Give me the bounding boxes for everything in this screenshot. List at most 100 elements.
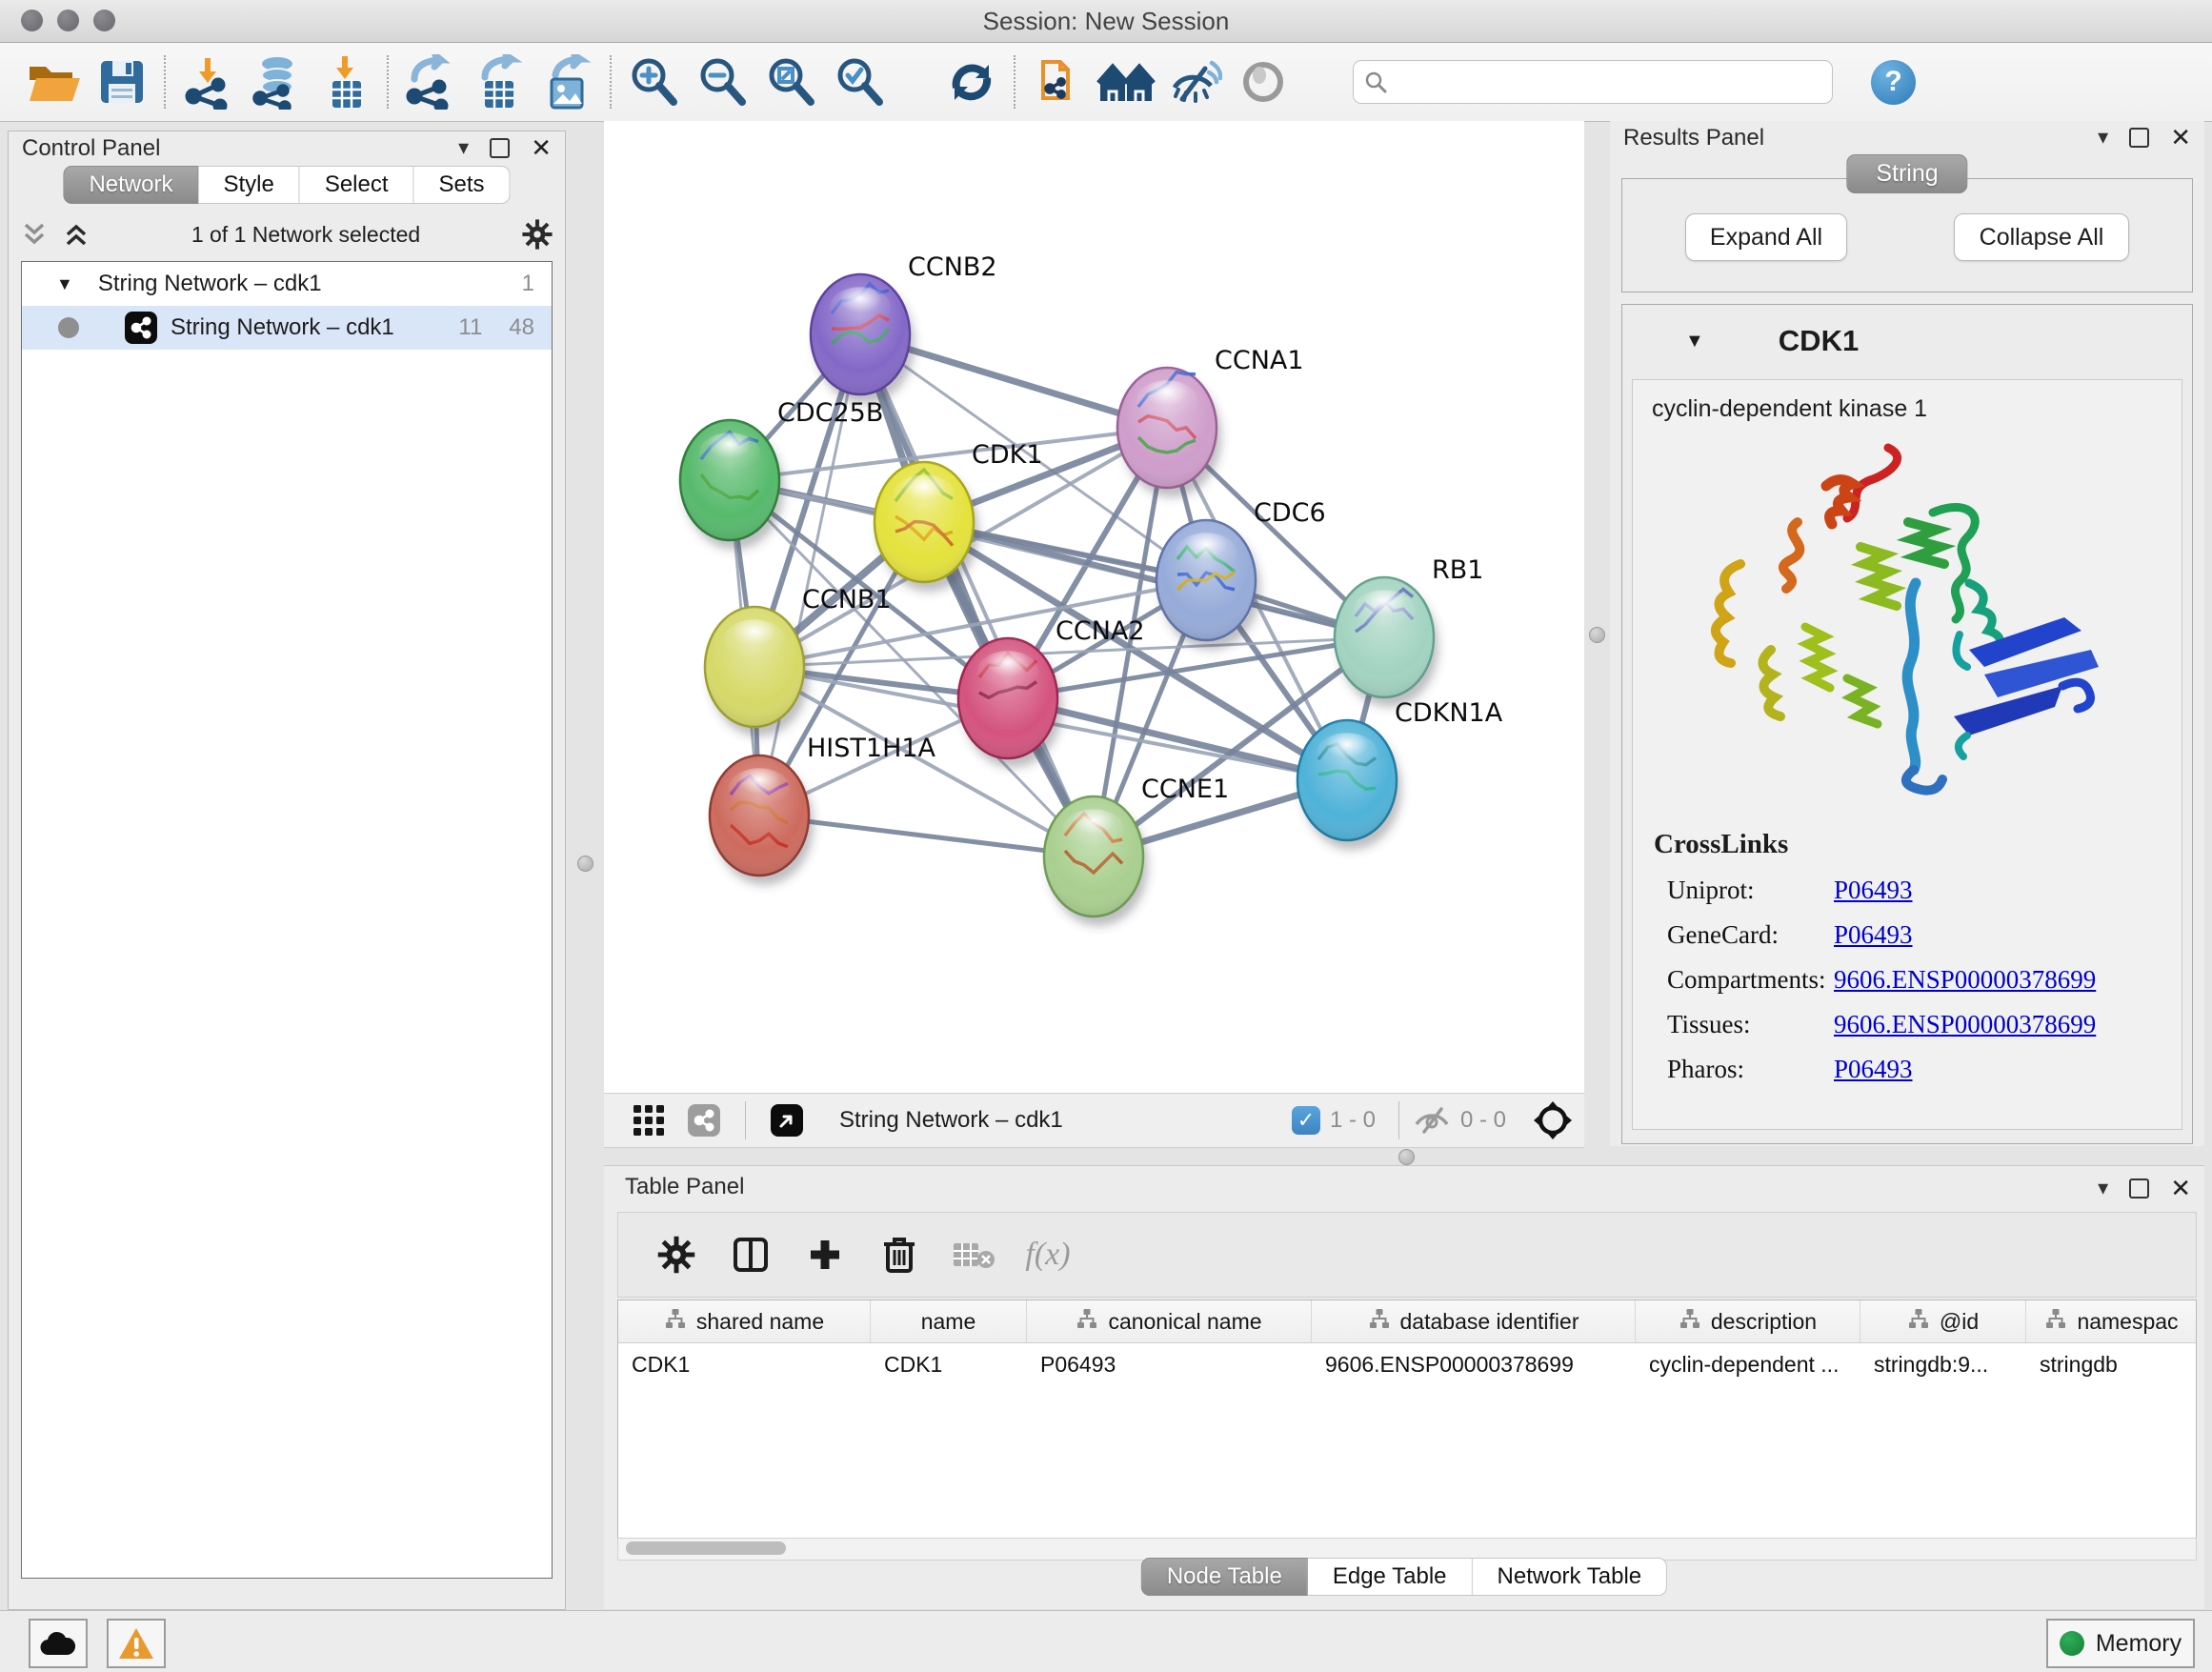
save-session-button[interactable]	[88, 51, 156, 112]
table-header-row: shared namenamecanonical namedatabase id…	[618, 1300, 2196, 1343]
collapse-all-icon[interactable]	[20, 220, 49, 249]
birds-eye-view-button[interactable]	[1521, 1090, 1584, 1151]
column-header-name[interactable]: name	[871, 1300, 1027, 1342]
panel-close-icon[interactable]: ✕	[531, 135, 552, 160]
panel-float-icon[interactable]	[490, 138, 510, 158]
network-row[interactable]: String Network – cdk1 11 48	[22, 306, 552, 350]
detach-view-button[interactable]	[759, 1090, 814, 1151]
left-splitter-handle[interactable]	[577, 856, 593, 872]
cytoscape-window: Session: New Session	[0, 0, 2212, 1671]
import-table-button[interactable]	[311, 51, 379, 112]
function-builder-button[interactable]: f(x)	[1011, 1224, 1085, 1285]
tab-network-table[interactable]: Network Table	[1473, 1558, 1668, 1596]
grid-view-button[interactable]	[621, 1090, 676, 1151]
tree-expander-icon[interactable]: ▼	[56, 274, 73, 294]
import-network-file-button[interactable]	[173, 51, 242, 112]
memory-button[interactable]: Memory	[2046, 1619, 2195, 1668]
hide-selected-button[interactable]	[1160, 51, 1229, 112]
zoom-in-button[interactable]	[619, 51, 688, 112]
column-header-namespac[interactable]: namespac	[2026, 1300, 2197, 1342]
first-neighbors-button[interactable]	[1092, 51, 1160, 112]
panel-close-icon[interactable]: ✕	[2170, 1176, 2191, 1200]
network-node-CCNB1[interactable]	[705, 607, 809, 736]
panel-float-icon[interactable]	[2129, 128, 2149, 148]
column-header-canonical-name[interactable]: canonical name	[1027, 1300, 1312, 1342]
column-header-database-identifier[interactable]: database identifier	[1312, 1300, 1636, 1342]
network-node-CCNB2[interactable]	[811, 274, 915, 404]
zoom-selected-button[interactable]	[825, 51, 894, 112]
network-node-CDC6[interactable]	[1156, 520, 1260, 650]
show-columns-button[interactable]	[714, 1224, 788, 1285]
crosslink-link[interactable]: P06493	[1834, 920, 1913, 950]
show-all-button[interactable]	[1229, 51, 1297, 112]
results-entry-header[interactable]: ▼ CDK1	[1622, 305, 2192, 377]
add-column-button[interactable]	[788, 1224, 862, 1285]
delete-table-button[interactable]	[936, 1224, 1011, 1285]
open-session-button[interactable]	[19, 51, 88, 112]
search-input[interactable]	[1353, 60, 1833, 104]
selected-nodes-checkbox[interactable]: ✓	[1292, 1106, 1320, 1135]
network-node-RB1[interactable]	[1335, 577, 1438, 707]
table-cell: CDK1	[871, 1343, 1027, 1385]
tab-edge-table[interactable]: Edge Table	[1308, 1558, 1473, 1596]
clone-network-button[interactable]	[1023, 51, 1092, 112]
zoom-fit-button[interactable]	[756, 51, 825, 112]
delete-column-button[interactable]	[862, 1224, 936, 1285]
panel-close-icon[interactable]: ✕	[2170, 125, 2191, 150]
network-node-CCNE1[interactable]	[1044, 796, 1148, 926]
cloud-status-button[interactable]	[29, 1619, 88, 1668]
zoom-in-icon	[626, 54, 681, 110]
results-tab-string[interactable]: String	[1846, 154, 1967, 193]
warnings-button[interactable]	[107, 1619, 166, 1668]
export-network-button[interactable]	[396, 51, 465, 112]
network-collection-row[interactable]: ▼ String Network – cdk1 1	[22, 262, 552, 306]
tab-select[interactable]: Select	[300, 166, 414, 204]
tab-network[interactable]: Network	[63, 166, 198, 204]
network-node-CDK1[interactable]	[875, 462, 978, 592]
import-network-database-button[interactable]	[242, 51, 311, 112]
export-table-button[interactable]	[465, 51, 533, 112]
crosslink-link[interactable]: P06493	[1834, 876, 1913, 905]
crosslink-row: Tissues:9606.ENSP00000378699	[1667, 1010, 2182, 1039]
crosslink-link[interactable]: 9606.ENSP00000378699	[1834, 1010, 2096, 1039]
network-node-CDKN1A[interactable]	[1297, 720, 1401, 850]
panel-float-icon[interactable]	[2129, 1178, 2149, 1199]
entry-expander-icon[interactable]: ▼	[1685, 331, 1704, 353]
tab-sets[interactable]: Sets	[414, 166, 511, 204]
network-options-gear-icon[interactable]	[521, 218, 553, 251]
right-splitter-handle[interactable]	[1589, 627, 1605, 643]
column-header-description[interactable]: description	[1636, 1300, 1860, 1342]
table-row[interactable]: CDK1CDK1P064939606.ENSP00000378699cyclin…	[618, 1343, 2196, 1385]
title-bar: Session: New Session	[0, 0, 2212, 43]
collapse-all-button[interactable]: Collapse All	[1954, 213, 2129, 261]
tab-node-table[interactable]: Node Table	[1141, 1558, 1308, 1596]
table-options-button[interactable]	[639, 1224, 714, 1285]
column-header-@id[interactable]: @id	[1860, 1300, 2026, 1342]
expand-all-icon[interactable]	[62, 220, 90, 249]
refresh-view-button[interactable]	[937, 51, 1006, 112]
network-node-CCNA2[interactable]	[958, 638, 1062, 768]
network-node-CCNA1[interactable]	[1117, 368, 1221, 497]
panel-collapse-icon[interactable]: ▾	[458, 137, 469, 158]
network-node-HIST1H1A[interactable]	[710, 755, 814, 885]
crosslink-row: Compartments:9606.ENSP00000378699	[1667, 965, 2182, 995]
zoom-out-button[interactable]	[688, 51, 756, 112]
network-canvas[interactable]: CCNB2CCNA1CDC25BCDK1CDC6RB1CCNB1CCNA2CDK…	[604, 121, 1584, 1093]
hidden-eye-icon[interactable]	[1413, 1105, 1451, 1136]
panel-collapse-icon[interactable]: ▾	[2098, 1178, 2108, 1199]
node-label-HIST1H1A: HIST1H1A	[807, 734, 936, 763]
export-image-button[interactable]	[533, 51, 602, 112]
houses-icon	[1096, 55, 1156, 109]
network-edge-CCNB2-CCNE1[interactable]	[860, 334, 1094, 856]
crosslink-link[interactable]: 9606.ENSP00000378699	[1834, 965, 2096, 995]
horizontal-splitter-handle[interactable]	[1398, 1149, 1415, 1165]
string-view-button[interactable]	[676, 1090, 732, 1151]
tab-style[interactable]: Style	[198, 166, 299, 204]
columns-icon	[732, 1236, 770, 1274]
panel-collapse-icon[interactable]: ▾	[2098, 127, 2108, 148]
scrollbar-thumb[interactable]	[626, 1541, 786, 1555]
column-header-shared-name[interactable]: shared name	[618, 1300, 871, 1342]
crosslink-link[interactable]: P06493	[1834, 1055, 1913, 1084]
help-button[interactable]: ?	[1871, 60, 1916, 105]
expand-all-button[interactable]: Expand All	[1685, 213, 1847, 261]
